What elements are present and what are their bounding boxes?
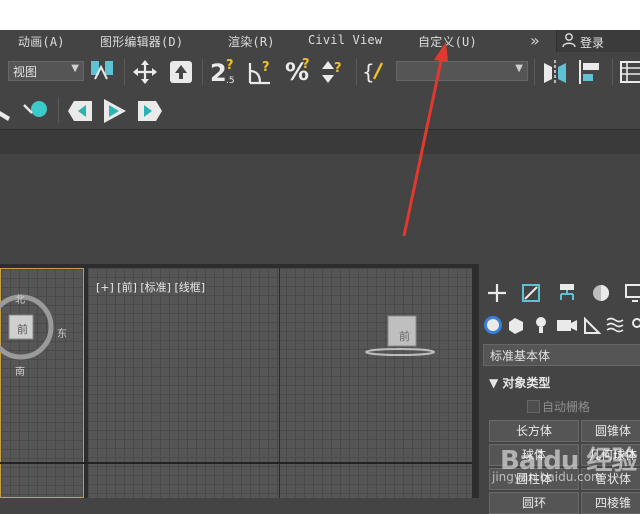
watermark-url: jingyan.baidu.com: [492, 470, 603, 484]
annotation-arrow-icon: [402, 42, 448, 237]
